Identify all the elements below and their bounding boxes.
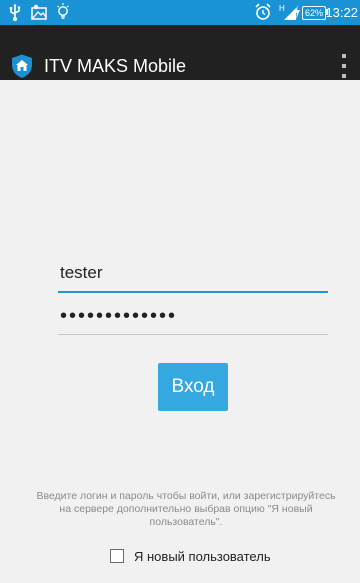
app-title: ITV MAKS Mobile bbox=[44, 56, 187, 76]
alarm-icon bbox=[254, 0, 272, 25]
overflow-menu-icon[interactable] bbox=[340, 54, 348, 78]
svg-text:H: H bbox=[279, 4, 285, 13]
new-user-checkbox[interactable] bbox=[110, 549, 124, 563]
new-user-label: Я новый пользователь bbox=[134, 548, 271, 564]
menu-dot bbox=[342, 54, 346, 58]
login-input[interactable] bbox=[58, 255, 328, 291]
image-icon bbox=[30, 0, 48, 25]
menu-dot bbox=[342, 74, 346, 78]
usb-icon bbox=[8, 0, 22, 25]
password-field[interactable] bbox=[58, 298, 328, 335]
login-field[interactable] bbox=[58, 255, 328, 293]
app-screen: H 62% 13:22 ITV MAKS Mobile tester •••••… bbox=[0, 0, 360, 583]
menu-dot bbox=[342, 64, 346, 68]
charging-icon bbox=[292, 0, 302, 24]
new-user-option[interactable]: Я новый пользователь bbox=[110, 547, 271, 565]
bulb-icon bbox=[56, 0, 70, 25]
status-bar: H 62% 13:22 bbox=[0, 0, 360, 25]
login-button[interactable]: Вход bbox=[158, 363, 228, 411]
password-input[interactable] bbox=[58, 298, 328, 334]
shield-home-icon bbox=[9, 53, 35, 79]
battery-indicator: 62% bbox=[302, 6, 326, 20]
hint-text: Введите логин и пароль чтобы войти, или … bbox=[36, 490, 336, 528]
status-clock: 13:22 bbox=[325, 5, 358, 20]
